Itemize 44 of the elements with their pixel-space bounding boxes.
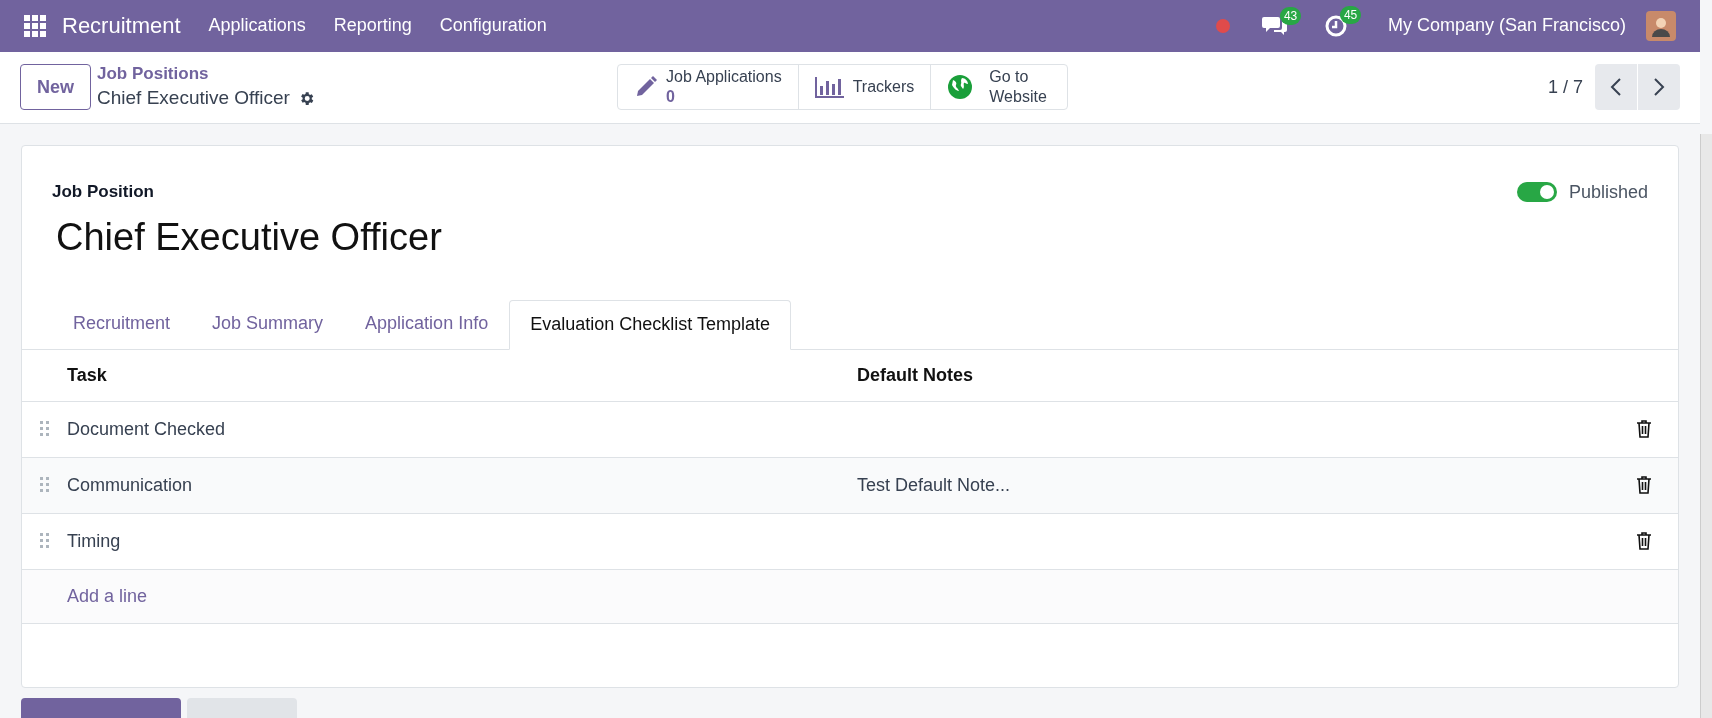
user-avatar[interactable]	[1646, 10, 1676, 41]
published-label: Published	[1568, 181, 1648, 204]
scrollbar[interactable]	[1700, 134, 1712, 718]
trash-icon[interactable]	[1636, 476, 1652, 494]
company-switcher[interactable]: My Company (San Francisco)	[1387, 12, 1626, 40]
menu-item[interactable]: Applications	[208, 12, 306, 40]
table-cell-text: Document Checked	[67, 417, 227, 441]
new-button[interactable]: New	[20, 64, 91, 111]
trash-icon[interactable]	[1636, 420, 1652, 438]
tab[interactable]: Recruitment	[52, 298, 192, 349]
message-count-badge: 43	[1279, 6, 1302, 25]
column-header[interactable]: Task	[22, 361, 857, 389]
drag-handle-icon[interactable]	[40, 533, 50, 549]
record-name: Chief Executive Officer	[97, 85, 290, 110]
previous-button[interactable]	[1595, 64, 1637, 111]
chevron-left-icon	[1610, 77, 1622, 98]
add-line-link[interactable]: Add a line	[67, 582, 148, 610]
globe-icon	[947, 74, 974, 101]
smart-button[interactable]: Go to Website	[930, 65, 1068, 110]
tab[interactable]: Evaluation Checklist Template	[509, 299, 791, 350]
chevron-right-icon	[1653, 77, 1665, 98]
app-name[interactable]: Recruitment	[62, 9, 181, 43]
trash-icon[interactable]	[1636, 532, 1652, 550]
tab[interactable]: Job Summary	[191, 298, 345, 349]
apps-menu-icon[interactable]	[24, 14, 46, 37]
pager-value: 1 / 7	[1547, 75, 1583, 99]
smart-button[interactable]: Job Applications 0	[618, 65, 798, 110]
smart-button[interactable]: Trackers	[797, 65, 931, 110]
drag-handle-icon[interactable]	[40, 421, 50, 437]
published-toggle[interactable]	[1516, 182, 1557, 202]
bar-chart-icon	[814, 76, 845, 99]
table-cell-text: Communication	[67, 473, 194, 497]
breadcrumb-link[interactable]: Job Positions	[97, 62, 617, 84]
column-header[interactable]: Default Notes	[857, 361, 973, 389]
menu-item[interactable]: Configuration	[439, 12, 547, 40]
table-cell-text: Timing	[67, 529, 122, 553]
tab[interactable]: Application Info	[344, 298, 510, 349]
table-cell-text: Test Default Note...	[857, 473, 1012, 497]
activity-count-badge: 45	[1339, 5, 1362, 24]
menu-item[interactable]: Reporting	[333, 12, 412, 40]
next-button[interactable]	[1638, 64, 1680, 111]
job-title: Chief Executive Officer	[56, 214, 443, 260]
field-label: Job Position	[52, 181, 155, 203]
drag-handle-icon[interactable]	[40, 477, 50, 493]
